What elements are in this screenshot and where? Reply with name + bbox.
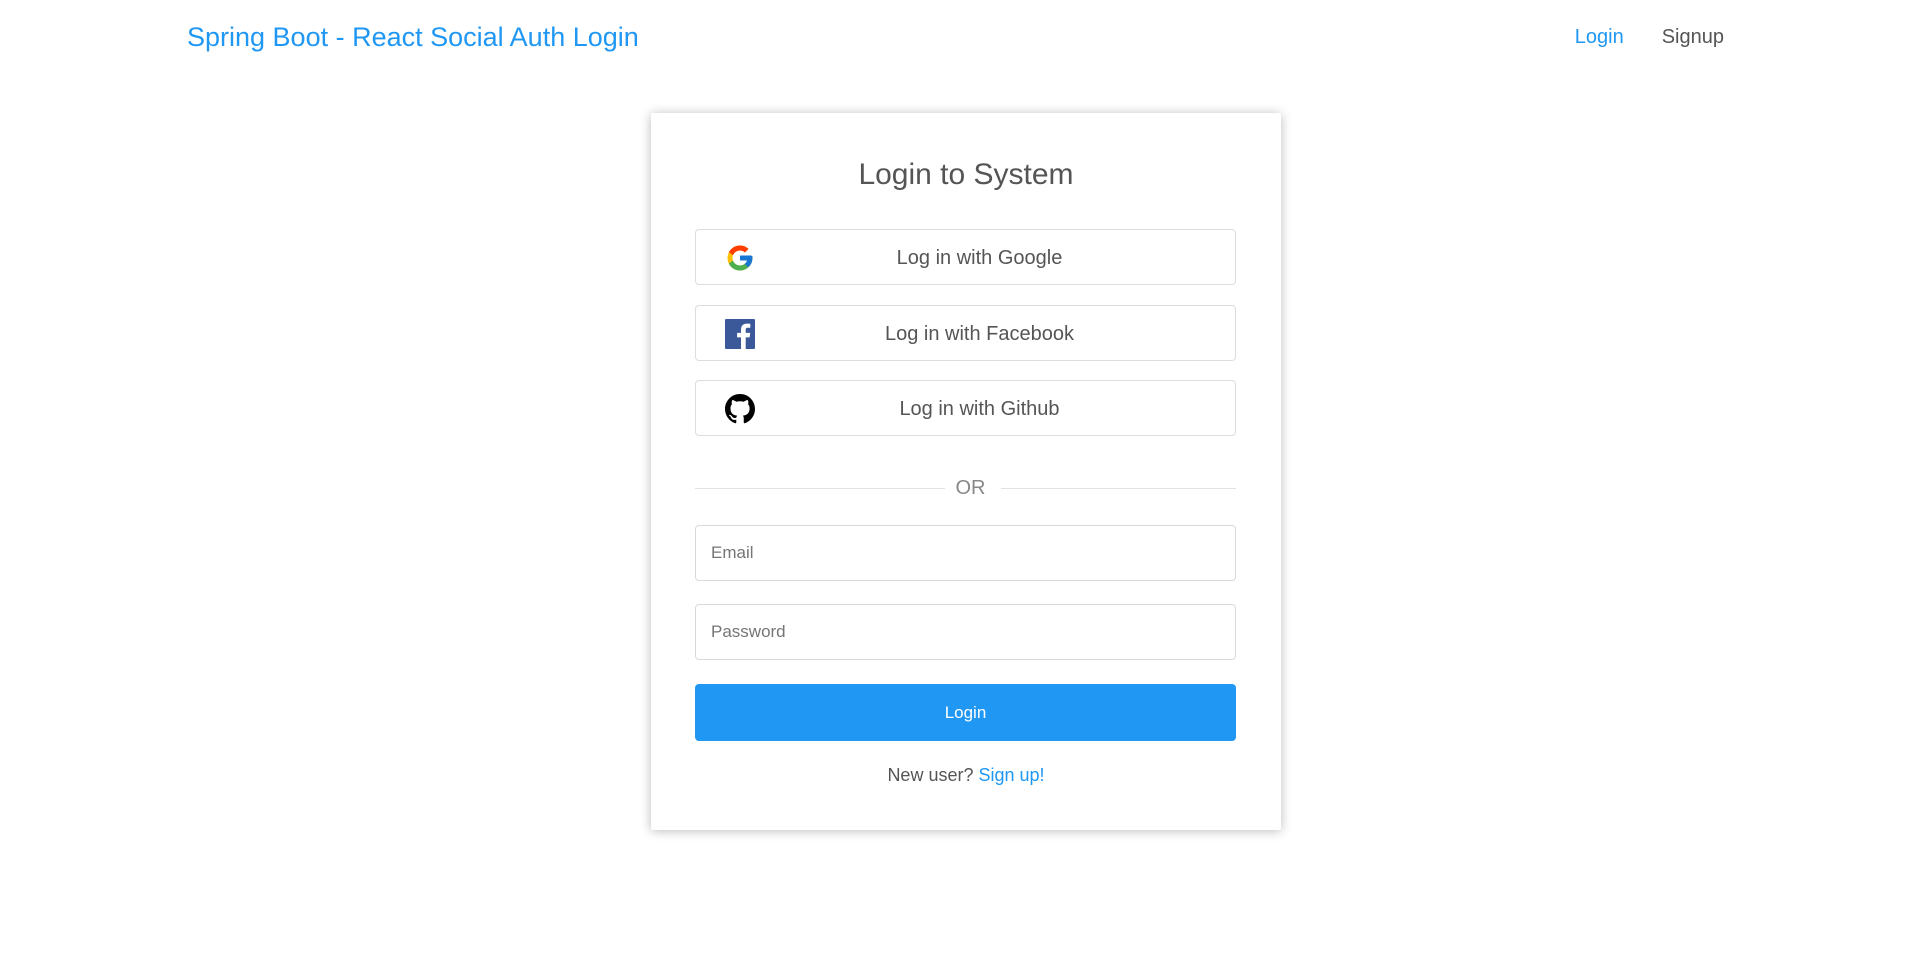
or-divider: OR: [695, 473, 1236, 503]
divider-line-right: [1001, 488, 1236, 489]
facebook-login-button[interactable]: Log in with Facebook: [695, 305, 1236, 361]
login-card: Login to System Log in with Google Log i…: [651, 113, 1281, 830]
login-button[interactable]: Login: [695, 684, 1236, 741]
nav-signup-link[interactable]: Signup: [1662, 24, 1724, 50]
signup-prompt-row: New user? Sign up!: [651, 764, 1281, 786]
signup-prompt-text: New user?: [887, 765, 974, 785]
github-login-button[interactable]: Log in with Github: [695, 380, 1236, 436]
password-input[interactable]: [695, 604, 1236, 660]
login-title: Login to System: [858, 158, 1074, 191]
facebook-login-label: Log in with Facebook: [884, 323, 1074, 345]
app-title-link[interactable]: Spring Boot - React Social Auth Login: [187, 20, 639, 54]
app-header: Spring Boot - React Social Auth Login Lo…: [0, 0, 1920, 76]
google-login-button[interactable]: Log in with Google: [695, 229, 1236, 285]
signup-link[interactable]: Sign up!: [979, 765, 1045, 785]
google-login-label: Log in with Google: [896, 247, 1063, 269]
email-input[interactable]: [695, 525, 1236, 581]
github-login-label: Log in with Github: [899, 398, 1060, 420]
nav-login-link[interactable]: Login: [1575, 24, 1624, 50]
nav-menu: Login Signup: [1575, 24, 1724, 50]
